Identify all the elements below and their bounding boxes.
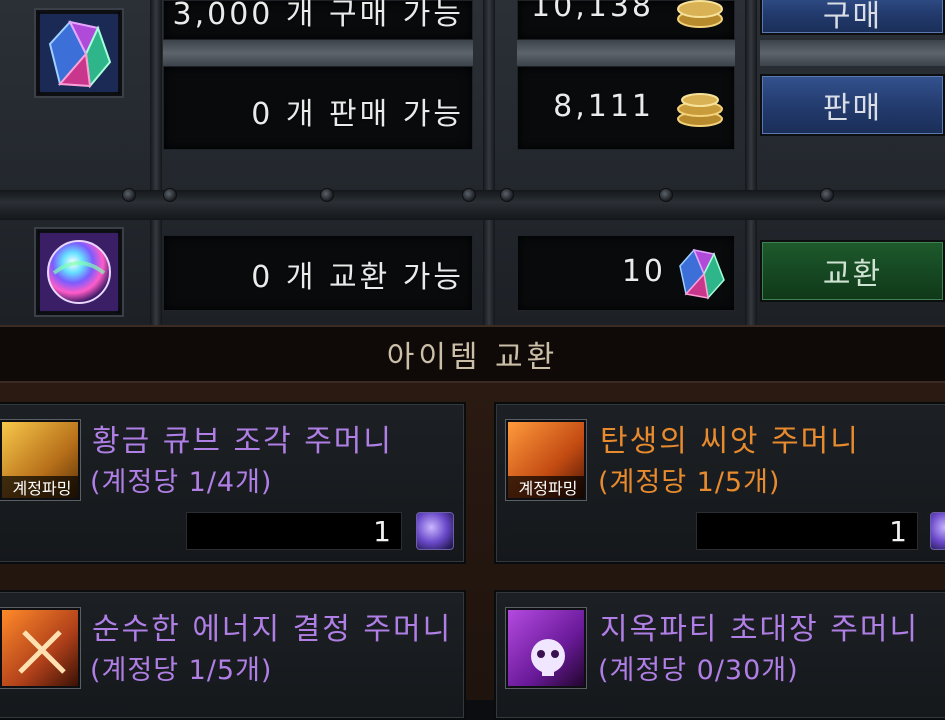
- row-separator-band: [517, 40, 735, 66]
- rivet: [320, 188, 334, 202]
- sell-quantity-text: 0 개 판매 가능: [251, 97, 464, 132]
- item-title: 순수한 에너지 결정 주머니: [92, 612, 453, 647]
- panel-divider: [745, 0, 757, 325]
- exchange-quantity-text: 0 개 교환 가능: [251, 260, 464, 295]
- rivet: [122, 188, 136, 202]
- item-title: 황금 큐브 조각 주머니: [92, 424, 394, 459]
- buy-price: 10,138: [531, 0, 654, 24]
- sell-quantity-field: 0 개 판매 가능: [163, 66, 473, 150]
- rivet: [820, 188, 834, 202]
- quantity-input[interactable]: 1: [696, 512, 918, 550]
- sell-button[interactable]: 판매: [760, 74, 945, 136]
- row-separator-band: [760, 40, 945, 66]
- account-farming-badge: 계정파밍: [2, 476, 78, 498]
- rainbow-orb-icon: [40, 233, 118, 311]
- item-limit: (계정당 1/5개): [90, 655, 273, 686]
- exchange-price-field: 10: [517, 235, 735, 311]
- item-exchange-title: 아이템 교환: [386, 340, 559, 375]
- item-title: 탄생의 씨앗 주머니: [600, 424, 860, 459]
- rivet: [462, 188, 476, 202]
- exchange-item-card[interactable]: 지옥파티 초대장 주머니 (계정당 0/30개): [494, 590, 945, 720]
- exchange-button[interactable]: 교환: [760, 240, 945, 302]
- crystal-item-slot[interactable]: [36, 10, 122, 96]
- sell-button-label: 판매: [822, 91, 883, 126]
- buy-quantity-field: 3,000 개 구매 가능: [163, 0, 473, 40]
- buy-quantity-text: 3,000 개 구매 가능: [172, 0, 464, 32]
- exchange-item-card[interactable]: 계정파밍 황금 큐브 조각 주머니 (계정당 1/4개) 1: [0, 402, 466, 564]
- crossed-swords-icon: [18, 630, 66, 674]
- row-separator-band: [163, 40, 473, 66]
- exchange-item-card[interactable]: 순수한 에너지 결정 주머니 (계정당 1/5개): [0, 590, 466, 720]
- orb-cost-icon: [930, 512, 945, 550]
- panel-divider: [150, 0, 162, 325]
- golden-cube-pouch-icon: 계정파밍: [0, 420, 80, 500]
- exchange-item-card[interactable]: 계정파밍 탄생의 씨앗 주머니 (계정당 1/5개) 1: [494, 402, 945, 564]
- rivet: [659, 188, 673, 202]
- panel-divider: [483, 0, 495, 325]
- gold-coins-icon: [677, 93, 723, 127]
- buy-button-label: 구매: [822, 0, 883, 34]
- exchange-price: 10: [621, 254, 666, 289]
- birth-seed-pouch-icon: 계정파밍: [506, 420, 586, 500]
- crystal-cluster-icon: [679, 248, 725, 300]
- pure-energy-pouch-icon: [0, 608, 80, 688]
- item-limit: (계정당 1/5개): [598, 467, 781, 498]
- orb-item-slot[interactable]: [36, 229, 122, 315]
- gold-coins-icon: [677, 0, 723, 28]
- buy-price-field: 10,138: [517, 0, 735, 40]
- item-exchange-header: 아이템 교환: [0, 325, 945, 383]
- hell-party-invitation-pouch-icon: [506, 608, 586, 688]
- exchange-quantity-field: 0 개 교환 가능: [163, 235, 473, 311]
- account-farming-badge: 계정파밍: [508, 476, 584, 498]
- rivet: [500, 188, 514, 202]
- sell-price-field: 8,111: [517, 66, 735, 150]
- buy-button[interactable]: 구매: [760, 0, 945, 35]
- sell-price: 8,111: [553, 89, 654, 124]
- quantity-input[interactable]: 1: [186, 512, 402, 550]
- crystal-gem-icon: [40, 14, 118, 92]
- orb-cost-icon: [416, 512, 454, 550]
- skull-icon: [531, 639, 565, 676]
- rivet: [163, 188, 177, 202]
- item-title: 지옥파티 초대장 주머니: [600, 612, 920, 647]
- item-limit: (계정당 1/4개): [90, 467, 273, 498]
- exchange-button-label: 교환: [822, 257, 883, 292]
- item-limit: (계정당 0/30개): [598, 655, 799, 686]
